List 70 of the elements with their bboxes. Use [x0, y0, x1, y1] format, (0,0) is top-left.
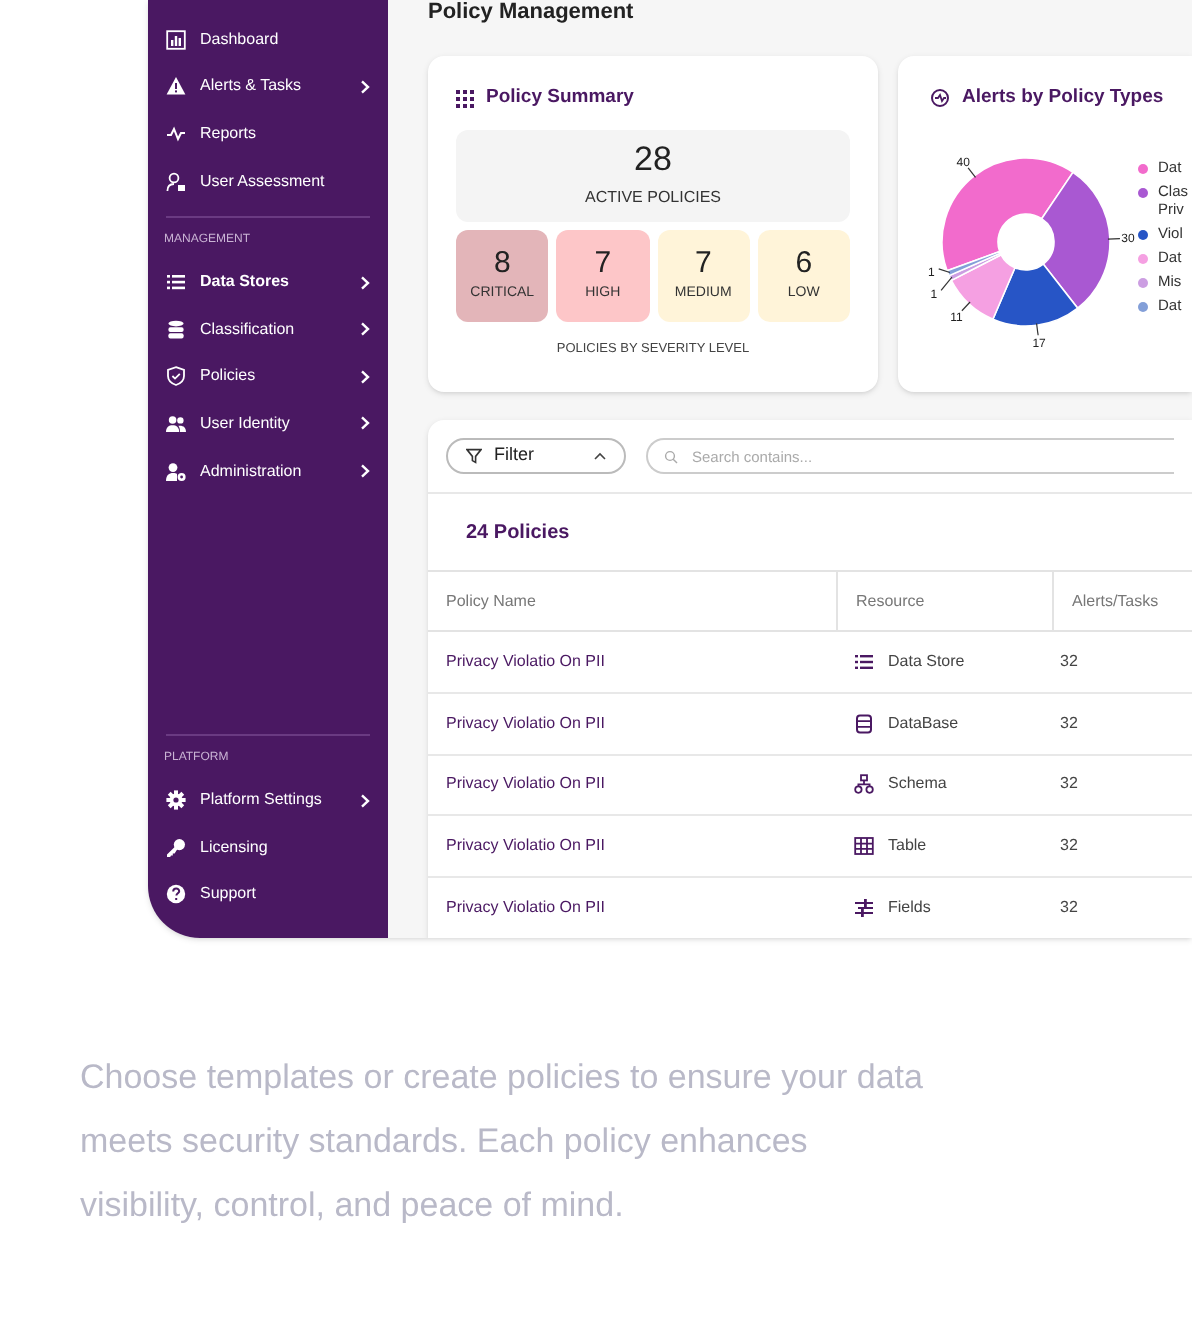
table-cell: Fields	[888, 896, 931, 921]
table-cell-text: 32	[1058, 711, 1080, 736]
list-icon	[854, 651, 874, 672]
help-icon	[166, 884, 186, 905]
history-icon	[930, 88, 950, 109]
leader-line	[961, 301, 971, 312]
sidebar-item[interactable]: Administration	[148, 447, 388, 495]
column-header: Policy Name	[428, 572, 838, 630]
search-icon	[664, 449, 678, 463]
sidebar-item[interactable]: Classification	[148, 305, 388, 354]
sidebar-item[interactable]: Alerts & Tasks	[148, 63, 388, 111]
sidebar-item[interactable]: Policies	[148, 353, 388, 401]
filter-dropdown[interactable]: Filter	[446, 438, 626, 474]
sidebar-item[interactable]: Reports	[148, 110, 388, 158]
policy-link[interactable]: Privacy Violatio On PII	[428, 772, 838, 797]
pulse-icon	[166, 123, 186, 144]
total-count: 28	[634, 142, 672, 179]
table-cell-text: 32	[1058, 649, 1080, 674]
column-header: Resource	[838, 572, 1054, 630]
settings-icon	[166, 790, 186, 811]
policy-count: 24 Policies	[464, 519, 572, 547]
list-icon	[166, 272, 186, 293]
description: Choose templates or create policies to ensure your data meets security standards. Each policy enhances visibility, control, and peace of mind.	[80, 1056, 925, 1228]
policy-link[interactable]: Privacy Violatio On PII	[428, 711, 838, 736]
sidebar-item[interactable]: Licensing	[148, 823, 388, 871]
sidebar-item[interactable]: Platform Settings	[148, 776, 388, 824]
total-label: ACTIVE POLICIES	[584, 186, 722, 211]
user-gear-icon	[166, 461, 186, 482]
sidebar-item[interactable]: User Assessment	[148, 157, 388, 205]
leader-line	[940, 277, 953, 292]
severity-count: 8	[493, 248, 511, 280]
card-title: Alerts by Policy Types	[962, 84, 1164, 112]
caret-icon	[594, 452, 606, 460]
severity-count: 7	[594, 248, 612, 280]
table-cell: Data Store	[888, 649, 965, 674]
filter-icon	[466, 448, 482, 464]
sidebar-item[interactable]: Data Stores	[148, 258, 388, 306]
sidebar-item[interactable]: User Identity	[148, 400, 388, 448]
policy-link[interactable]: Privacy Violatio On PII	[428, 834, 838, 859]
database-icon	[854, 713, 874, 734]
leader-line	[1107, 238, 1121, 241]
column-header: Alerts/Tasks	[1070, 589, 1161, 613]
table-cell-text: 32	[1058, 896, 1080, 921]
user-icon	[166, 171, 186, 192]
table-cell-text: 32	[1058, 834, 1080, 859]
policy-link[interactable]: Privacy Violatio On PII	[428, 896, 838, 921]
leader-line	[967, 167, 977, 179]
database-icon	[166, 319, 186, 340]
table-cell: DataBase	[888, 711, 959, 736]
page-title: Policy Management	[428, 0, 636, 24]
table-cell: Table	[888, 834, 927, 859]
table-cell: Schema	[888, 772, 947, 797]
sliders-icon	[854, 898, 874, 919]
warning-icon	[166, 76, 186, 97]
sidebar-item[interactable]: Dashboard	[148, 16, 388, 64]
card-title: Policy Summary	[486, 84, 634, 112]
severity-count: 7	[694, 248, 712, 280]
users-icon	[166, 413, 186, 434]
policy-link[interactable]: Privacy Violatio On PII	[428, 649, 838, 674]
shield-icon	[166, 366, 186, 387]
table-icon	[854, 836, 874, 857]
grid-icon	[456, 89, 474, 108]
leader-line	[1035, 323, 1039, 337]
severity-count: 6	[795, 248, 813, 280]
chart-icon	[166, 29, 186, 50]
hierarchy-icon	[854, 774, 874, 795]
leader-line	[938, 268, 951, 274]
key-icon	[166, 837, 186, 858]
table-cell-text: 32	[1058, 772, 1080, 797]
sidebar-item[interactable]: Support	[148, 870, 388, 918]
